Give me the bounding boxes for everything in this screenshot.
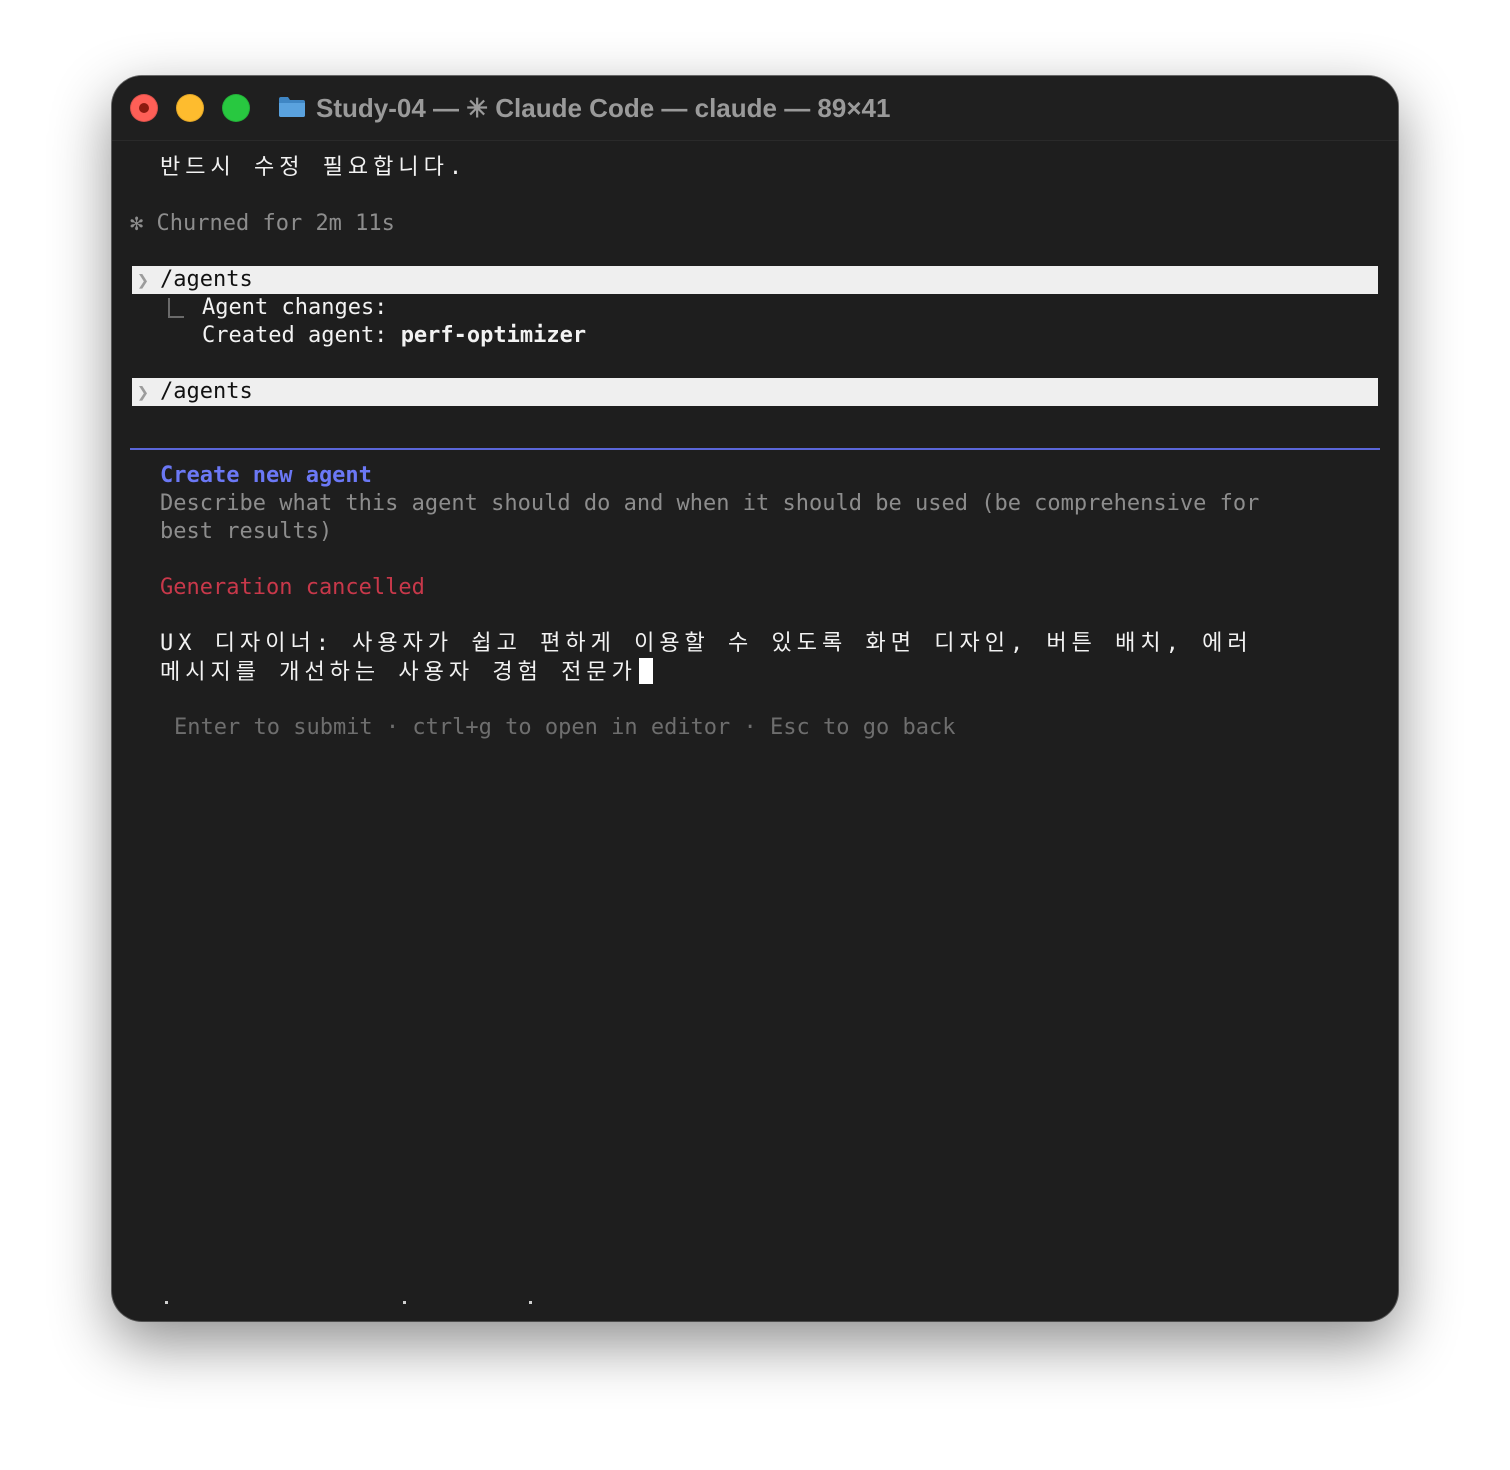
dialog-description-continued: best results) — [160, 519, 333, 544]
minimize-button[interactable] — [176, 94, 204, 122]
created-agent-prefix: Created agent: — [202, 323, 401, 348]
command-text: /agents — [160, 267, 253, 292]
status-dot — [403, 1301, 406, 1304]
dialog-description: Describe what this agent should do and w… — [160, 491, 1260, 516]
input-text: 메시지를 개선하는 사용자 경험 전문가 — [160, 660, 637, 685]
terminal-window: Study-04 — ✳ Claude Code — claude — 89×4… — [112, 76, 1398, 1321]
dialog-heading: Create new agent — [160, 463, 372, 488]
tree-connector-icon — [168, 298, 184, 318]
status-dot — [529, 1301, 532, 1304]
status-dot — [165, 1301, 168, 1304]
created-agent-line: Created agent: perf-optimizer — [202, 322, 586, 350]
error-message: Generation cancelled — [160, 575, 425, 600]
agent-description-input-line2[interactable]: 메시지를 개선하는 사용자 경험 전문가 — [160, 658, 653, 686]
folder-icon — [279, 97, 305, 117]
prompt-chevron-icon: ❯ — [136, 268, 150, 292]
keyboard-hint: Enter to submit · ctrl+g to open in edit… — [174, 715, 956, 740]
spinner-icon: ✻ — [130, 211, 144, 236]
window-title: Study-04 — ✳ Claude Code — claude — 89×4… — [316, 93, 891, 123]
status-line: ✻ Churned for 2m 11s — [130, 210, 395, 238]
command-bar-2: ❯ /agents — [132, 378, 1378, 406]
command-bar-1: ❯ /agents — [132, 266, 1378, 294]
agent-description-input[interactable]: UX 디자이너: 사용자가 쉽고 편하게 이용할 수 있도록 화면 디자인, 버… — [160, 630, 1253, 658]
title-bar[interactable]: Study-04 — ✳ Claude Code — claude — 89×4… — [112, 76, 1398, 141]
agent-changes-label: Agent changes: — [202, 295, 388, 320]
dialog-divider — [130, 448, 1380, 450]
close-button[interactable] — [130, 94, 158, 122]
zoom-button[interactable] — [222, 94, 250, 122]
terminal-content[interactable]: 반드시 수정 필요합니다. ✻ Churned for 2m 11s ❯ /ag… — [112, 140, 1398, 1321]
created-agent-name: perf-optimizer — [400, 323, 587, 348]
command-text: /agents — [160, 379, 253, 404]
status-text: Churned for 2m 11s — [156, 211, 395, 236]
text-cursor — [638, 658, 653, 684]
top-message: 반드시 수정 필요합니다. — [160, 155, 468, 180]
prompt-chevron-icon: ❯ — [136, 380, 150, 404]
